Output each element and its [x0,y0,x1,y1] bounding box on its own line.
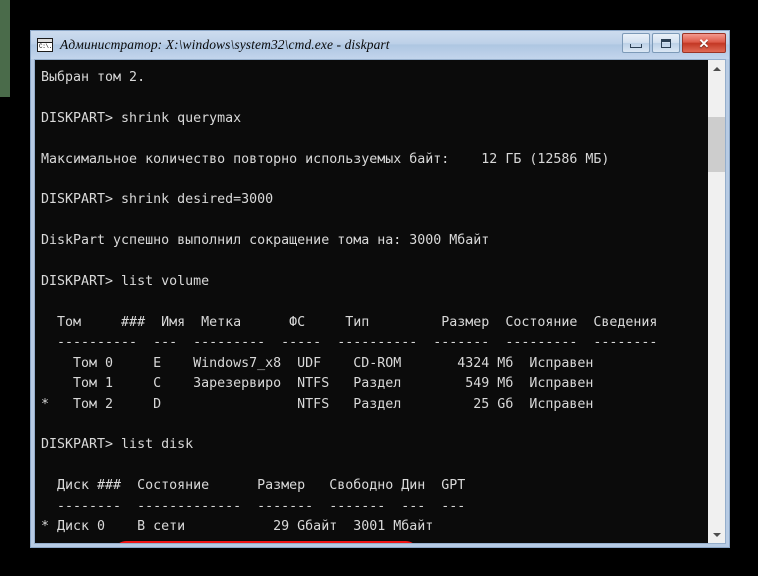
cmd-console-icon: C:\. [37,38,53,52]
minimize-icon [630,43,642,48]
close-icon: ✕ [698,35,710,51]
scroll-up-button[interactable] [708,60,725,77]
icon-prompt-glyph: C:\. [39,43,52,50]
window-controls: ✕ [622,33,726,53]
console-text: Выбран том 2. DISKPART> shrink querymax … [41,70,658,534]
maximize-icon [661,38,671,48]
command-prompt-window: C:\. Администратор: X:\windows\system32\… [30,30,730,548]
vertical-scrollbar[interactable] [707,60,725,543]
scrollbar-thumb[interactable] [708,117,725,172]
minimize-button[interactable] [622,33,650,53]
scroll-down-button[interactable] [708,526,725,543]
scroll-up-arrow-icon [712,66,721,71]
console-output-area[interactable]: Выбран том 2. DISKPART> shrink querymax … [35,60,707,543]
close-button[interactable]: ✕ [682,33,726,53]
window-title-text: Администратор: X:\windows\system32\cmd.e… [60,37,390,52]
desktop-background-edge [0,0,10,97]
window-title-bar[interactable]: C:\. Администратор: X:\windows\system32\… [31,31,729,59]
scrollbar-track[interactable] [708,77,725,526]
scroll-down-arrow-icon [712,532,721,537]
window-client-area: Выбран том 2. DISKPART> shrink querymax … [34,59,726,544]
maximize-button[interactable] [652,33,680,53]
